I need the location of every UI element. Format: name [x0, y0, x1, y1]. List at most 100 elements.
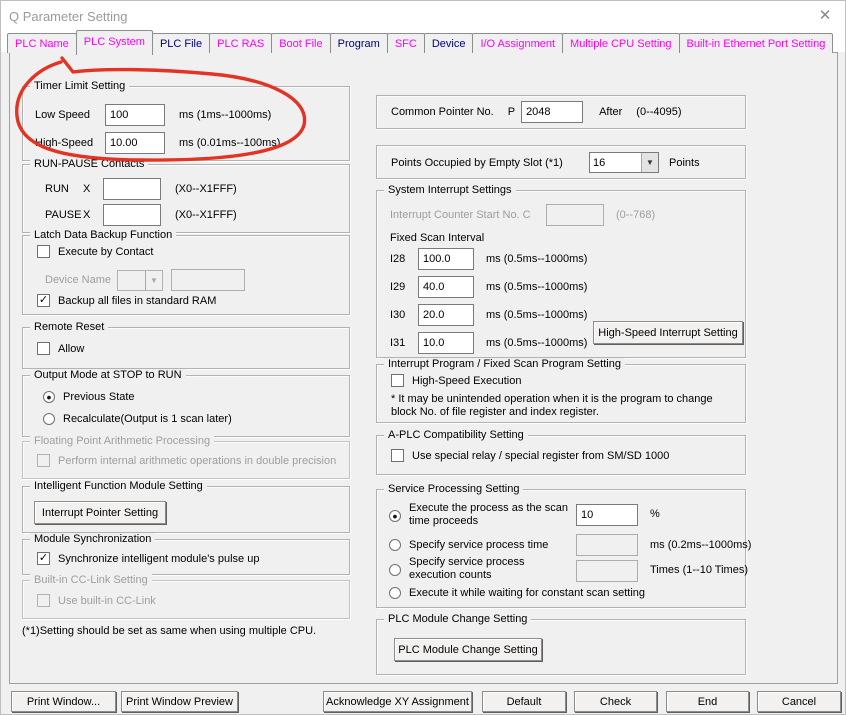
empty-slot-combo-value: 16 — [590, 153, 641, 172]
default-button[interactable]: Default — [482, 691, 566, 712]
acknowledge-xy-assignment-button[interactable]: Acknowledge XY Assignment — [323, 691, 472, 712]
recalculate-radio[interactable] — [43, 413, 55, 425]
recalculate-label: Recalculate(Output is 1 scan later) — [63, 413, 232, 425]
scan-time-percent-unit: % — [650, 508, 660, 520]
synchronize-pulse-checkbox[interactable]: ✓ — [37, 552, 50, 565]
tab-device[interactable]: Device — [424, 33, 474, 53]
use-cc-link-checkbox — [37, 594, 50, 607]
pause-range: (X0--X1FFF) — [175, 209, 237, 221]
i31-range: ms (0.5ms--1000ms) — [486, 337, 587, 349]
execute-by-contact-label: Execute by Contact — [58, 246, 153, 258]
print-window-button[interactable]: Print Window... — [11, 691, 116, 712]
tab-program[interactable]: Program — [330, 33, 388, 53]
print-window-preview-button[interactable]: Print Window Preview — [121, 691, 238, 712]
device-name-combo[interactable]: ▼ — [117, 270, 163, 291]
tab-plc-name[interactable]: PLC Name — [7, 33, 77, 53]
a-plc-compatibility-group: A-PLC Compatibility Setting Use special … — [376, 435, 746, 475]
window-title: Q Parameter Setting — [9, 9, 128, 24]
constant-scan-label: Execute it while waiting for constant sc… — [409, 587, 645, 599]
execution-counts-radio[interactable] — [389, 564, 401, 576]
run-contact-input[interactable] — [103, 178, 161, 200]
plc-system-tab-page: Timer Limit Setting Low Speed 100 ms (1m… — [9, 52, 838, 684]
device-name-combo-arrow-icon[interactable]: ▼ — [145, 271, 162, 290]
common-pointer-group: Common Pointer No. P 2048 After (0--4095… — [376, 95, 746, 129]
execute-by-contact-checkbox[interactable] — [37, 245, 50, 258]
tab-built-in-ethernet-port-setting[interactable]: Built-in Ethernet Port Setting — [679, 33, 834, 53]
i31-input[interactable]: 10.0 — [418, 332, 474, 354]
i29-input[interactable]: 40.0 — [418, 276, 474, 298]
run-device-label: X — [83, 183, 103, 195]
service-process-time-radio[interactable] — [389, 539, 401, 551]
interrupt-program-note-line2: block No. of file register and index reg… — [391, 406, 599, 419]
run-pause-contacts-title: RUN-PAUSE Contacts — [30, 158, 148, 170]
service-process-time-unit: ms (0.2ms--1000ms) — [650, 539, 751, 551]
a-plc-compatibility-title: A-PLC Compatibility Setting — [384, 429, 528, 441]
pause-label: PAUSE — [45, 209, 83, 221]
intelligent-function-module-title: Intelligent Function Module Setting — [30, 480, 207, 492]
check-button[interactable]: Check — [574, 691, 657, 712]
high-speed-interrupt-setting-button[interactable]: High-Speed Interrupt Setting — [593, 321, 743, 344]
interrupt-counter-range: (0--768) — [616, 209, 655, 221]
device-number-input[interactable] — [171, 269, 245, 291]
common-pointer-after-label: After — [599, 106, 622, 118]
low-speed-range: ms (1ms--1000ms) — [179, 109, 271, 121]
scan-time-percent-input[interactable]: 10 — [576, 504, 638, 526]
allow-label: Allow — [58, 343, 84, 355]
scan-time-proceeds-radio[interactable]: • — [389, 510, 401, 522]
tab-plc-file[interactable]: PLC File — [152, 33, 210, 53]
i30-label: I30 — [390, 309, 418, 321]
remote-reset-group: Remote Reset Allow — [22, 327, 350, 369]
tab-plc-ras[interactable]: PLC RAS — [209, 33, 272, 53]
tab-io-assignment[interactable]: I/O Assignment — [472, 33, 563, 53]
i29-label: I29 — [390, 281, 418, 293]
module-synchronization-group: Module Synchronization ✓ Synchronize int… — [22, 539, 350, 575]
cancel-button[interactable]: Cancel — [757, 691, 841, 712]
low-speed-label: Low Speed — [35, 109, 105, 121]
tab-sfc[interactable]: SFC — [387, 33, 425, 53]
pause-contact-input[interactable] — [103, 204, 161, 226]
high-speed-input[interactable]: 10.00 — [105, 132, 165, 154]
low-speed-input[interactable]: 100 — [105, 104, 165, 126]
empty-slot-combo[interactable]: 16 ▼ — [589, 152, 659, 173]
interrupt-counter-input — [546, 204, 604, 226]
empty-slot-label: Points Occupied by Empty Slot (*1) — [391, 157, 589, 169]
high-speed-execution-label: High-Speed Execution — [412, 375, 521, 387]
execution-counts-unit: Times (1--10 Times) — [650, 564, 748, 576]
intelligent-function-module-group: Intelligent Function Module Setting Inte… — [22, 486, 350, 533]
end-button[interactable]: End — [666, 691, 749, 712]
remote-reset-title: Remote Reset — [30, 321, 108, 333]
sm-sd-1000-checkbox[interactable] — [391, 449, 404, 462]
previous-state-radio[interactable]: • — [43, 391, 55, 403]
empty-slot-combo-arrow-icon[interactable]: ▼ — [641, 153, 658, 172]
interrupt-pointer-setting-button[interactable]: Interrupt Pointer Setting — [34, 501, 166, 524]
common-pointer-range: (0--4095) — [636, 106, 681, 118]
titlebar: Q Parameter Setting ✕ — [1, 1, 845, 31]
tabstrip: PLC Name PLC System PLC File PLC RAS Boo… — [7, 31, 832, 53]
i31-label: I31 — [390, 337, 418, 349]
empty-slot-points-group: Points Occupied by Empty Slot (*1) 16 ▼ … — [376, 145, 746, 179]
allow-checkbox[interactable] — [37, 342, 50, 355]
plc-module-change-setting-button[interactable]: PLC Module Change Setting — [394, 638, 542, 661]
service-processing-title: Service Processing Setting — [384, 483, 523, 495]
tab-multiple-cpu-setting[interactable]: Multiple CPU Setting — [562, 33, 680, 53]
plc-module-change-title: PLC Module Change Setting — [384, 613, 531, 625]
high-speed-execution-checkbox[interactable] — [391, 374, 404, 387]
backup-all-files-checkbox[interactable]: ✓ — [37, 294, 50, 307]
device-name-combo-value — [118, 271, 145, 290]
tab-boot-file[interactable]: Boot File — [271, 33, 330, 53]
common-pointer-p-label: P — [508, 106, 515, 118]
floating-point-title: Floating Point Arithmetic Processing — [30, 435, 214, 447]
multi-cpu-footnote-text: (*1)Setting should be set as same when u… — [22, 625, 316, 637]
tab-plc-system[interactable]: PLC System — [76, 30, 153, 55]
common-pointer-input[interactable]: 2048 — [521, 101, 583, 123]
run-pause-contacts-group: RUN-PAUSE Contacts RUN X (X0--X1FFF) PAU… — [22, 164, 350, 233]
fixed-scan-interval-label: Fixed Scan Interval — [390, 232, 484, 244]
i28-input[interactable]: 100.0 — [418, 248, 474, 270]
i30-input[interactable]: 20.0 — [418, 304, 474, 326]
i30-range: ms (0.5ms--1000ms) — [486, 309, 587, 321]
run-label: RUN — [45, 183, 83, 195]
close-icon[interactable]: ✕ — [815, 6, 835, 26]
service-process-time-input — [576, 534, 638, 556]
latch-data-backup-group: Latch Data Backup Function Execute by Co… — [22, 235, 350, 315]
constant-scan-radio[interactable] — [389, 587, 401, 599]
